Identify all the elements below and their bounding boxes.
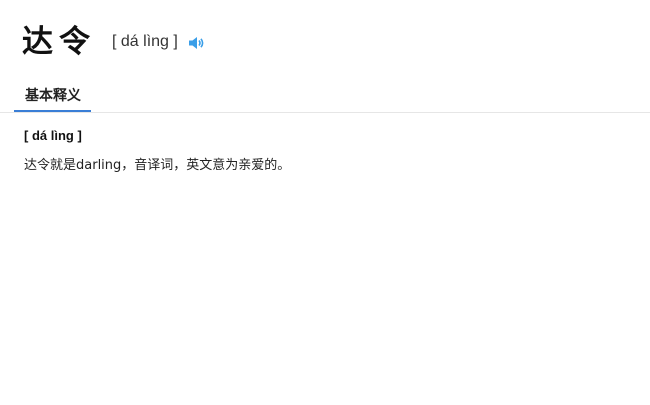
tab-basic-definition[interactable]: 基本释义	[22, 86, 84, 112]
definition-text: 达令就是darling，音译词，英文意为亲爱的。	[24, 158, 291, 173]
entry-pinyin: [ dá lìng ]	[112, 33, 178, 50]
speaker-icon[interactable]	[188, 35, 206, 49]
tab-bar: 基本释义	[0, 82, 650, 113]
entry-header: 达令 [ dá lìng ]	[22, 22, 206, 62]
definition-pinyin: [ dá lìng ]	[24, 128, 82, 143]
active-tab-indicator	[14, 110, 91, 112]
dictionary-page: 达令 [ dá lìng ] 基本释义 [ dá lìng ] 达令就是darl…	[0, 0, 650, 405]
entry-word: 达令	[22, 24, 96, 60]
speaker-icon-graphic	[188, 37, 204, 49]
